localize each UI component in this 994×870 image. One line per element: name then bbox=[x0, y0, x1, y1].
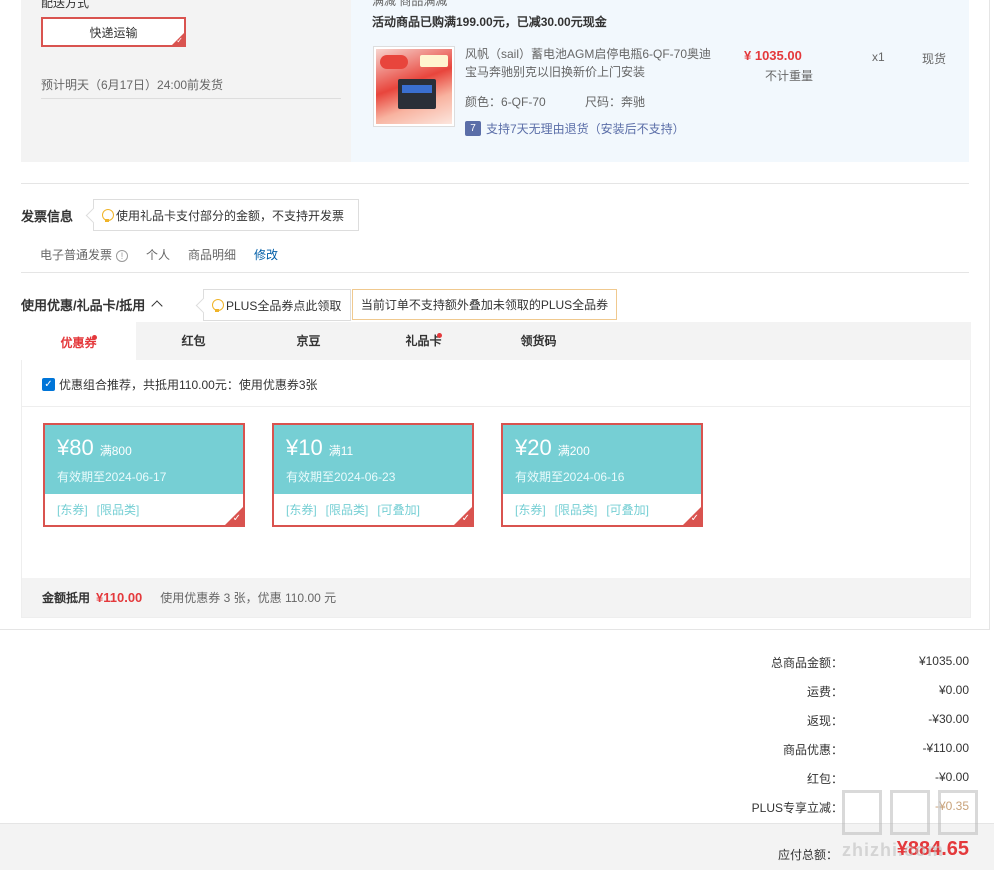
product-stock: 现货 bbox=[922, 52, 947, 66]
coupon-tag: [可叠加] bbox=[377, 503, 421, 517]
check-icon: ✓ bbox=[690, 513, 699, 524]
new-dot bbox=[92, 335, 97, 340]
invoice-details: 电子普通发票! 个人 商品明细 修改 bbox=[40, 246, 278, 263]
tab-redeem-code[interactable]: 领货码 bbox=[481, 322, 596, 360]
coupon-amount: ¥20 bbox=[515, 435, 552, 460]
summary-amount: ¥110.00 bbox=[96, 590, 143, 605]
total-row: 商品优惠： -¥110.00 bbox=[782, 741, 969, 757]
chevron-up-icon bbox=[151, 300, 163, 312]
divider bbox=[41, 98, 341, 99]
product-price: ¥ 1035.00 bbox=[744, 48, 802, 63]
invoice-title: 发票信息 bbox=[21, 209, 74, 224]
product-quantity: x1 bbox=[872, 50, 885, 64]
summary-label: 金额抵用 bbox=[42, 591, 91, 605]
coupon-threshold: 满200 bbox=[557, 444, 590, 458]
coupon-expiry: 有效期至2024-06-23 bbox=[286, 470, 396, 484]
check-icon: ✓ bbox=[461, 513, 470, 524]
tab-red-packet[interactable]: 红包 bbox=[136, 322, 251, 360]
total-row: 总商品金额： ¥1035.00 bbox=[770, 654, 969, 670]
shipping-method-label: 快递运输 bbox=[89, 25, 138, 40]
coupon-expiry: 有效期至2024-06-17 bbox=[57, 470, 167, 484]
product-panel: 满减 商品满减 活动商品已购满199.00元，已减30.00元现金 风帆（sai… bbox=[351, 0, 969, 162]
coupon-card[interactable]: ¥20 满200 有效期至2024-06-16 [东券] [限品类] [可叠加] … bbox=[501, 423, 703, 527]
product-color: 颜色：6-QF-70 bbox=[465, 95, 546, 109]
checkout-page: 配送方式 快递运输 ✓ 预计明天（6月17日）24:00前发货 满减 商品满减 … bbox=[0, 0, 994, 870]
invoice-type: 电子普通发票! bbox=[40, 246, 129, 263]
check-icon: ✓ bbox=[176, 36, 183, 45]
promo-text: 活动商品已购满199.00元，已减30.00元现金 bbox=[372, 15, 607, 29]
coupon-tag: [东券] bbox=[515, 503, 546, 517]
total-row: 返现： -¥30.00 bbox=[806, 712, 969, 728]
plus-notice: 当前订单不支持额外叠加未领取的PLUS全品券 bbox=[352, 289, 617, 320]
new-dot bbox=[437, 333, 442, 338]
shipping-label: 配送方式 bbox=[41, 0, 90, 10]
invoice-content: 商品明细 bbox=[188, 248, 237, 262]
checkbox-checked-icon[interactable]: ✓ bbox=[42, 378, 55, 391]
payable-label: 应付总额： bbox=[777, 848, 838, 862]
plus-tip-text: PLUS全品券点此领取 bbox=[226, 298, 342, 313]
coupon-threshold: 满11 bbox=[328, 444, 354, 458]
total-row: 运费： ¥0.00 bbox=[806, 683, 969, 699]
check-icon: ✓ bbox=[232, 513, 241, 524]
invoice-tip: 使用礼品卡支付部分的金额，不支持开发票 bbox=[93, 199, 359, 231]
coupon-card[interactable]: ¥10 满11 有效期至2024-06-23 [东券] [限品类] [可叠加] ✓ bbox=[272, 423, 474, 527]
tab-gift-card[interactable]: 礼品卡 bbox=[366, 322, 481, 360]
shipping-estimate: 预计明天（6月17日）24:00前发货 bbox=[41, 78, 224, 92]
combo-text: 优惠组合推荐，共抵用110.00元：使用优惠券3张 bbox=[59, 378, 318, 392]
discount-title[interactable]: 使用优惠/礼品卡/抵用 bbox=[21, 295, 163, 314]
watermark-text: zhizhi.com bbox=[842, 840, 945, 860]
shipping-panel: 配送方式 快递运输 ✓ 预计明天（6月17日）24:00前发货 bbox=[21, 0, 351, 162]
lightbulb-icon bbox=[102, 208, 114, 222]
coupon-card[interactable]: ¥80 满800 有效期至2024-06-17 [东券] [限品类] ✓ bbox=[43, 423, 245, 527]
return-7day-icon: 7 bbox=[465, 121, 481, 136]
coupon-tag: [可叠加] bbox=[606, 503, 650, 517]
coupon-amount: ¥10 bbox=[286, 435, 323, 460]
invoice-holder: 个人 bbox=[146, 248, 171, 262]
invoice-modify-link[interactable]: 修改 bbox=[254, 246, 278, 263]
shipping-method-button[interactable]: 快递运输 ✓ bbox=[41, 17, 186, 47]
coupon-tag: [限品类] bbox=[325, 503, 369, 517]
info-icon[interactable]: ! bbox=[116, 250, 129, 262]
coupon-tag: [限品类] bbox=[554, 503, 598, 517]
product-weight: 不计重量 bbox=[765, 69, 814, 83]
product-size: 尺码：奔驰 bbox=[585, 95, 646, 109]
divider bbox=[21, 272, 969, 273]
tab-coupons[interactable]: 优惠券 bbox=[21, 322, 136, 360]
coupon-tag: [东券] bbox=[286, 503, 317, 517]
watermark-logo: zhizhi.com bbox=[842, 790, 984, 870]
lightbulb-icon bbox=[212, 298, 224, 312]
return-policy[interactable]: 7 支持7天无理由退货（安装后不支持） bbox=[465, 120, 685, 137]
plus-coupon-tip[interactable]: PLUS全品券点此领取 bbox=[203, 289, 351, 321]
coupon-tag: [东券] bbox=[57, 503, 88, 517]
return-policy-label: 支持7天无理由退货（安装后不支持） bbox=[486, 122, 685, 136]
coupon-panel: ✓ 优惠组合推荐，共抵用110.00元：使用优惠券3张 ¥80 满800 有效期至… bbox=[21, 360, 971, 618]
coupon-expiry: 有效期至2024-06-16 bbox=[515, 470, 625, 484]
combo-recommend[interactable]: ✓ 优惠组合推荐，共抵用110.00元：使用优惠券3张 bbox=[42, 376, 318, 393]
summary-desc: 使用优惠券 3 张，优惠 110.00 元 bbox=[160, 591, 337, 605]
coupon-tag: [限品类] bbox=[96, 503, 140, 517]
invoice-tip-text: 使用礼品卡支付部分的金额，不支持开发票 bbox=[116, 208, 345, 223]
discount-tabs: 优惠券 红包 京豆 礼品卡 领货码 bbox=[21, 322, 971, 360]
divider bbox=[21, 183, 969, 184]
coupon-amount: ¥80 bbox=[57, 435, 94, 460]
product-image[interactable] bbox=[373, 46, 455, 127]
tab-jingdou[interactable]: 京豆 bbox=[251, 322, 366, 360]
discount-summary: 金额抵用 ¥110.00 使用优惠券 3 张，优惠 110.00 元 bbox=[22, 578, 970, 617]
divider bbox=[22, 406, 970, 407]
promo-type: 满减 商品满减 bbox=[372, 0, 448, 8]
coupon-threshold: 满800 bbox=[99, 444, 132, 458]
product-name[interactable]: 风帆（sail）蓄电池AGM启停电瓶6-QF-70奥迪宝马奔驰别克以旧换新价上门… bbox=[465, 45, 715, 81]
